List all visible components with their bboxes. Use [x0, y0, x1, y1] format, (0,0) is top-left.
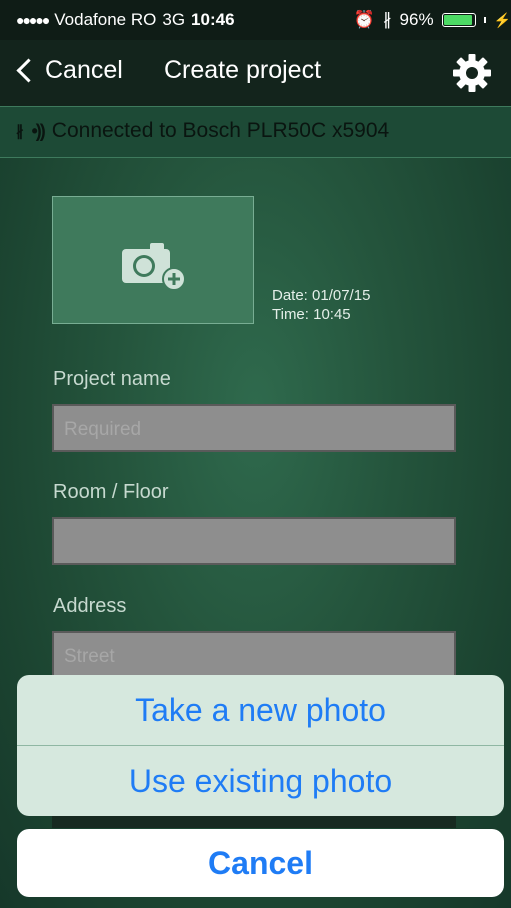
battery-percent: 96% — [399, 10, 434, 29]
use-existing-photo-button[interactable]: Use existing photo — [17, 746, 504, 816]
bluetooth-icon: ∦ — [383, 10, 392, 29]
photo-time: Time: 10:45 — [272, 306, 351, 323]
cancel-back-button[interactable]: Cancel — [14, 56, 123, 85]
network-type: 3G — [162, 10, 186, 29]
status-time: 10:46 — [191, 10, 235, 29]
photo-meta: Date: 01/07/15 Time: 10:45 — [272, 286, 370, 324]
connection-status: Connected to Bosch PLR50C x5904 — [51, 119, 390, 142]
photo-date: Date: 01/07/15 — [272, 287, 371, 304]
photo-action-sheet: Take a new photo Use existing photo — [17, 675, 504, 816]
alarm-icon: ⏰ — [353, 10, 376, 29]
battery-icon — [441, 13, 476, 27]
gear-icon[interactable] — [451, 52, 493, 94]
camera-add-icon — [122, 243, 186, 291]
room-floor-input[interactable] — [52, 517, 456, 565]
charging-icon: ⚡ — [493, 11, 511, 28]
street-input[interactable]: Street — [52, 631, 456, 679]
hidden-field-edge — [52, 816, 456, 828]
add-photo-button[interactable] — [52, 196, 254, 324]
take-new-photo-button[interactable]: Take a new photo — [17, 675, 504, 745]
status-bar: ●●●●● Vodafone RO 3G 10:46 ⏰ ∦ 96% ⚡ — [0, 0, 511, 40]
signal-waves-icon: •)) — [31, 120, 46, 141]
bluetooth-icon: ∦ — [16, 123, 24, 140]
project-name-label: Project name — [53, 368, 171, 390]
back-label: Cancel — [45, 56, 123, 84]
connection-bar[interactable]: ∦ •)) Connected to Bosch PLR50C x5904 — [0, 106, 511, 158]
page-title: Create project — [164, 56, 322, 84]
signal-dots-icon: ●●●●● — [16, 12, 50, 28]
room-floor-label: Room / Floor — [53, 481, 169, 503]
project-name-input[interactable]: Required — [52, 404, 456, 452]
chevron-left-icon — [16, 58, 41, 83]
action-sheet-cancel-button[interactable]: Cancel — [17, 829, 504, 897]
address-label: Address — [53, 595, 127, 617]
screen: ●●●●● Vodafone RO 3G 10:46 ⏰ ∦ 96% ⚡ Can… — [0, 0, 511, 908]
nav-bar: Cancel Create project — [0, 40, 511, 106]
battery-tip — [483, 17, 486, 23]
carrier: Vodafone RO — [54, 10, 157, 29]
